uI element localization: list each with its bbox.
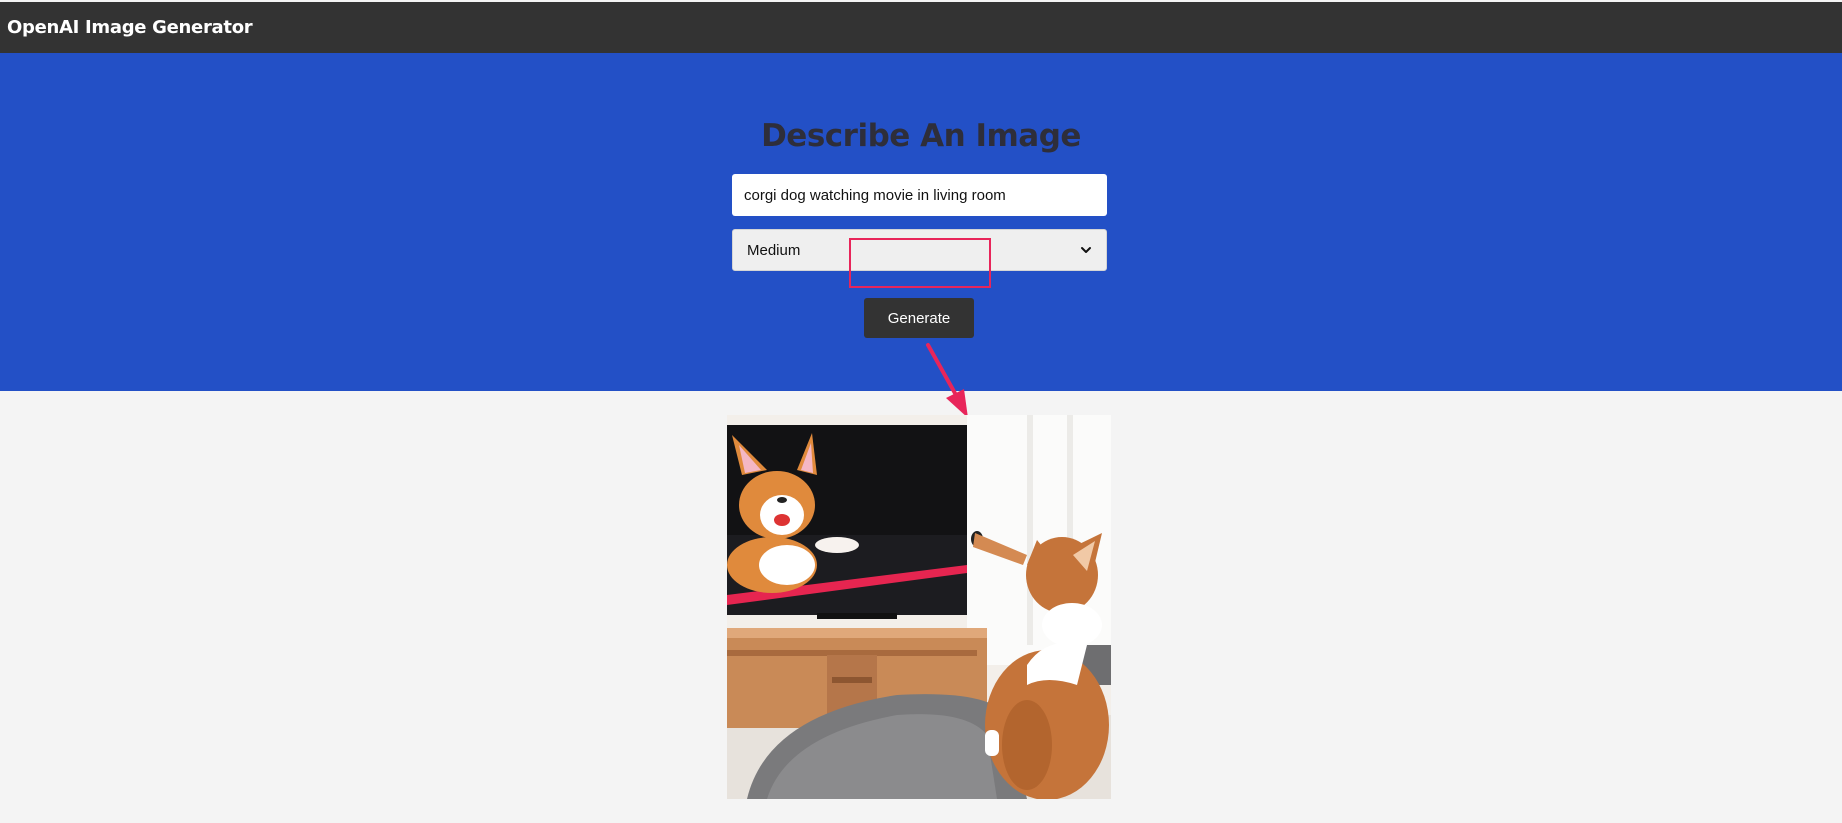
size-select[interactable]: Medium bbox=[732, 229, 1107, 271]
prompt-input-value: corgi dog watching movie in living room bbox=[744, 186, 1006, 204]
generate-button[interactable]: Generate bbox=[864, 298, 974, 338]
size-select-value: Medium bbox=[747, 241, 801, 259]
prompt-input[interactable]: corgi dog watching movie in living room bbox=[732, 174, 1107, 216]
page-heading: Describe An Image bbox=[761, 118, 1081, 154]
generated-image bbox=[727, 415, 1111, 799]
navbar: OpenAI Image Generator bbox=[0, 2, 1842, 53]
chevron-down-icon bbox=[1080, 244, 1092, 256]
app-title: OpenAI Image Generator bbox=[7, 17, 253, 38]
showcase-panel: Describe An Image corgi dog watching mov… bbox=[0, 53, 1842, 391]
